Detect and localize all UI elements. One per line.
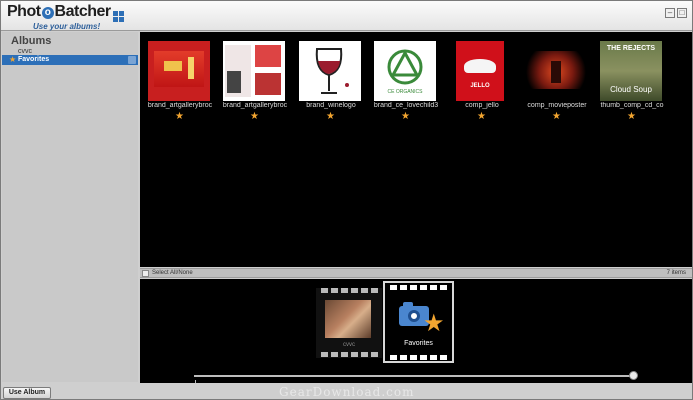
favorite-star-icon[interactable]: ★ (326, 111, 335, 122)
thumbnail-image (148, 41, 210, 101)
minimize-button[interactable]: – (665, 8, 675, 18)
image-text: CE ORGANICS (387, 89, 423, 95)
photo-thumbnail[interactable]: THE REJECTS Cloud Soup thumb_comp_cd_co … (600, 41, 664, 123)
thumbnail-image (525, 41, 587, 101)
thumbnail-caption: brand_winelogo (306, 102, 356, 109)
photo-grid: brand_artgallerybroc ★ brand_artgalleryb… (140, 32, 692, 267)
film-perforations (390, 285, 447, 290)
filmstrip-caption: Favorites (404, 340, 433, 347)
favorite-star-icon[interactable]: ★ (401, 111, 410, 122)
select-bar: Select All/None 7 items (140, 268, 692, 278)
thumbnail-image: THE REJECTS Cloud Soup (600, 41, 662, 101)
logo-grid-icon (112, 11, 124, 22)
title-bar: Phot o Batcher Use your albums! – □ (1, 1, 692, 31)
thumbnail-caption: brand_artgallerybroc (147, 102, 213, 109)
photo-thumbnail[interactable]: CE ORGANICS brand_ce_lovechild3 ★ (374, 41, 438, 123)
album-cover-image (325, 300, 371, 338)
logo-text-part: Phot (7, 3, 41, 20)
thumbnail-image (223, 41, 285, 101)
star-icon: ★ (9, 55, 17, 64)
filmstrip-caption: cvvc (343, 342, 355, 348)
thumbnail-caption: thumb_comp_cd_co (600, 102, 664, 109)
filmstrip-album-favorites[interactable]: ★ Favorites (383, 281, 454, 363)
filmstrip-album-cvvc[interactable]: cvvc (316, 288, 382, 358)
thumbnail-caption: comp_movieposter (527, 102, 587, 109)
favorite-star-icon: ★ (423, 310, 445, 337)
zoom-slider-track[interactable] (194, 375, 634, 377)
favorite-star-icon[interactable]: ★ (175, 111, 184, 122)
photo-thumbnail[interactable]: brand_winelogo ★ (299, 41, 361, 123)
photo-thumbnail[interactable]: comp_movieposter ★ (525, 41, 587, 123)
image-text: JELLO (470, 83, 490, 89)
photo-thumbnail[interactable]: brand_artgallerybroc ★ (223, 41, 287, 123)
thumbnail-caption: brand_ce_lovechild3 (373, 102, 439, 109)
favorite-star-icon[interactable]: ★ (477, 111, 486, 122)
albums-panel: Albums cvvc ★ Favorites (2, 32, 138, 382)
film-perforations (321, 352, 378, 357)
zoom-slider-handle[interactable] (629, 371, 638, 380)
logo-text-part: Batcher (54, 3, 112, 20)
maximize-button[interactable]: □ (677, 8, 687, 18)
film-perforations (390, 355, 447, 360)
favorite-star-icon[interactable]: ★ (250, 111, 259, 122)
logo-text: Phot o Batcher (7, 4, 124, 22)
thumbnail-image (299, 41, 361, 101)
logo-o-badge: o (41, 7, 54, 19)
thumbnail-caption: comp_jello (465, 102, 499, 109)
item-count: 7 items (666, 270, 686, 276)
select-all-label[interactable]: Select All/None (152, 269, 193, 278)
photo-thumbnail[interactable]: JELLO comp_jello ★ (450, 41, 512, 123)
thumbnail-image: JELLO (450, 41, 512, 101)
app-window: Phot o Batcher Use your albums! – □ Albums… (0, 0, 693, 400)
logo-tagline: Use your albums! (33, 22, 101, 31)
thumbnail-image: CE ORGANICS (374, 41, 436, 101)
albums-heading: Albums (11, 35, 52, 47)
select-all-checkbox[interactable] (142, 270, 149, 277)
use-album-button[interactable]: Use Album (3, 387, 51, 399)
thumbnail-caption: brand_artgallerybroc (222, 102, 288, 109)
album-filmstrip: cvvc ★ Favorites (140, 279, 692, 383)
favorite-star-icon[interactable]: ★ (627, 111, 636, 122)
image-text: Cloud Soup (610, 85, 652, 94)
app-logo: Phot o Batcher Use your albums! (7, 4, 124, 31)
image-text: THE REJECTS (606, 45, 656, 52)
album-options-icon[interactable] (128, 56, 136, 64)
zoom-slider-tick (195, 380, 196, 383)
watermark-text: GearDownload.com (279, 385, 415, 399)
film-perforations (321, 288, 378, 293)
favorite-star-icon[interactable]: ★ (552, 111, 561, 122)
album-item-label: Favorites (18, 56, 50, 63)
photo-thumbnail[interactable]: brand_artgallerybroc ★ (148, 41, 212, 123)
album-item-favorites[interactable]: ★ Favorites (2, 55, 138, 65)
wine-glass-icon (315, 48, 349, 94)
